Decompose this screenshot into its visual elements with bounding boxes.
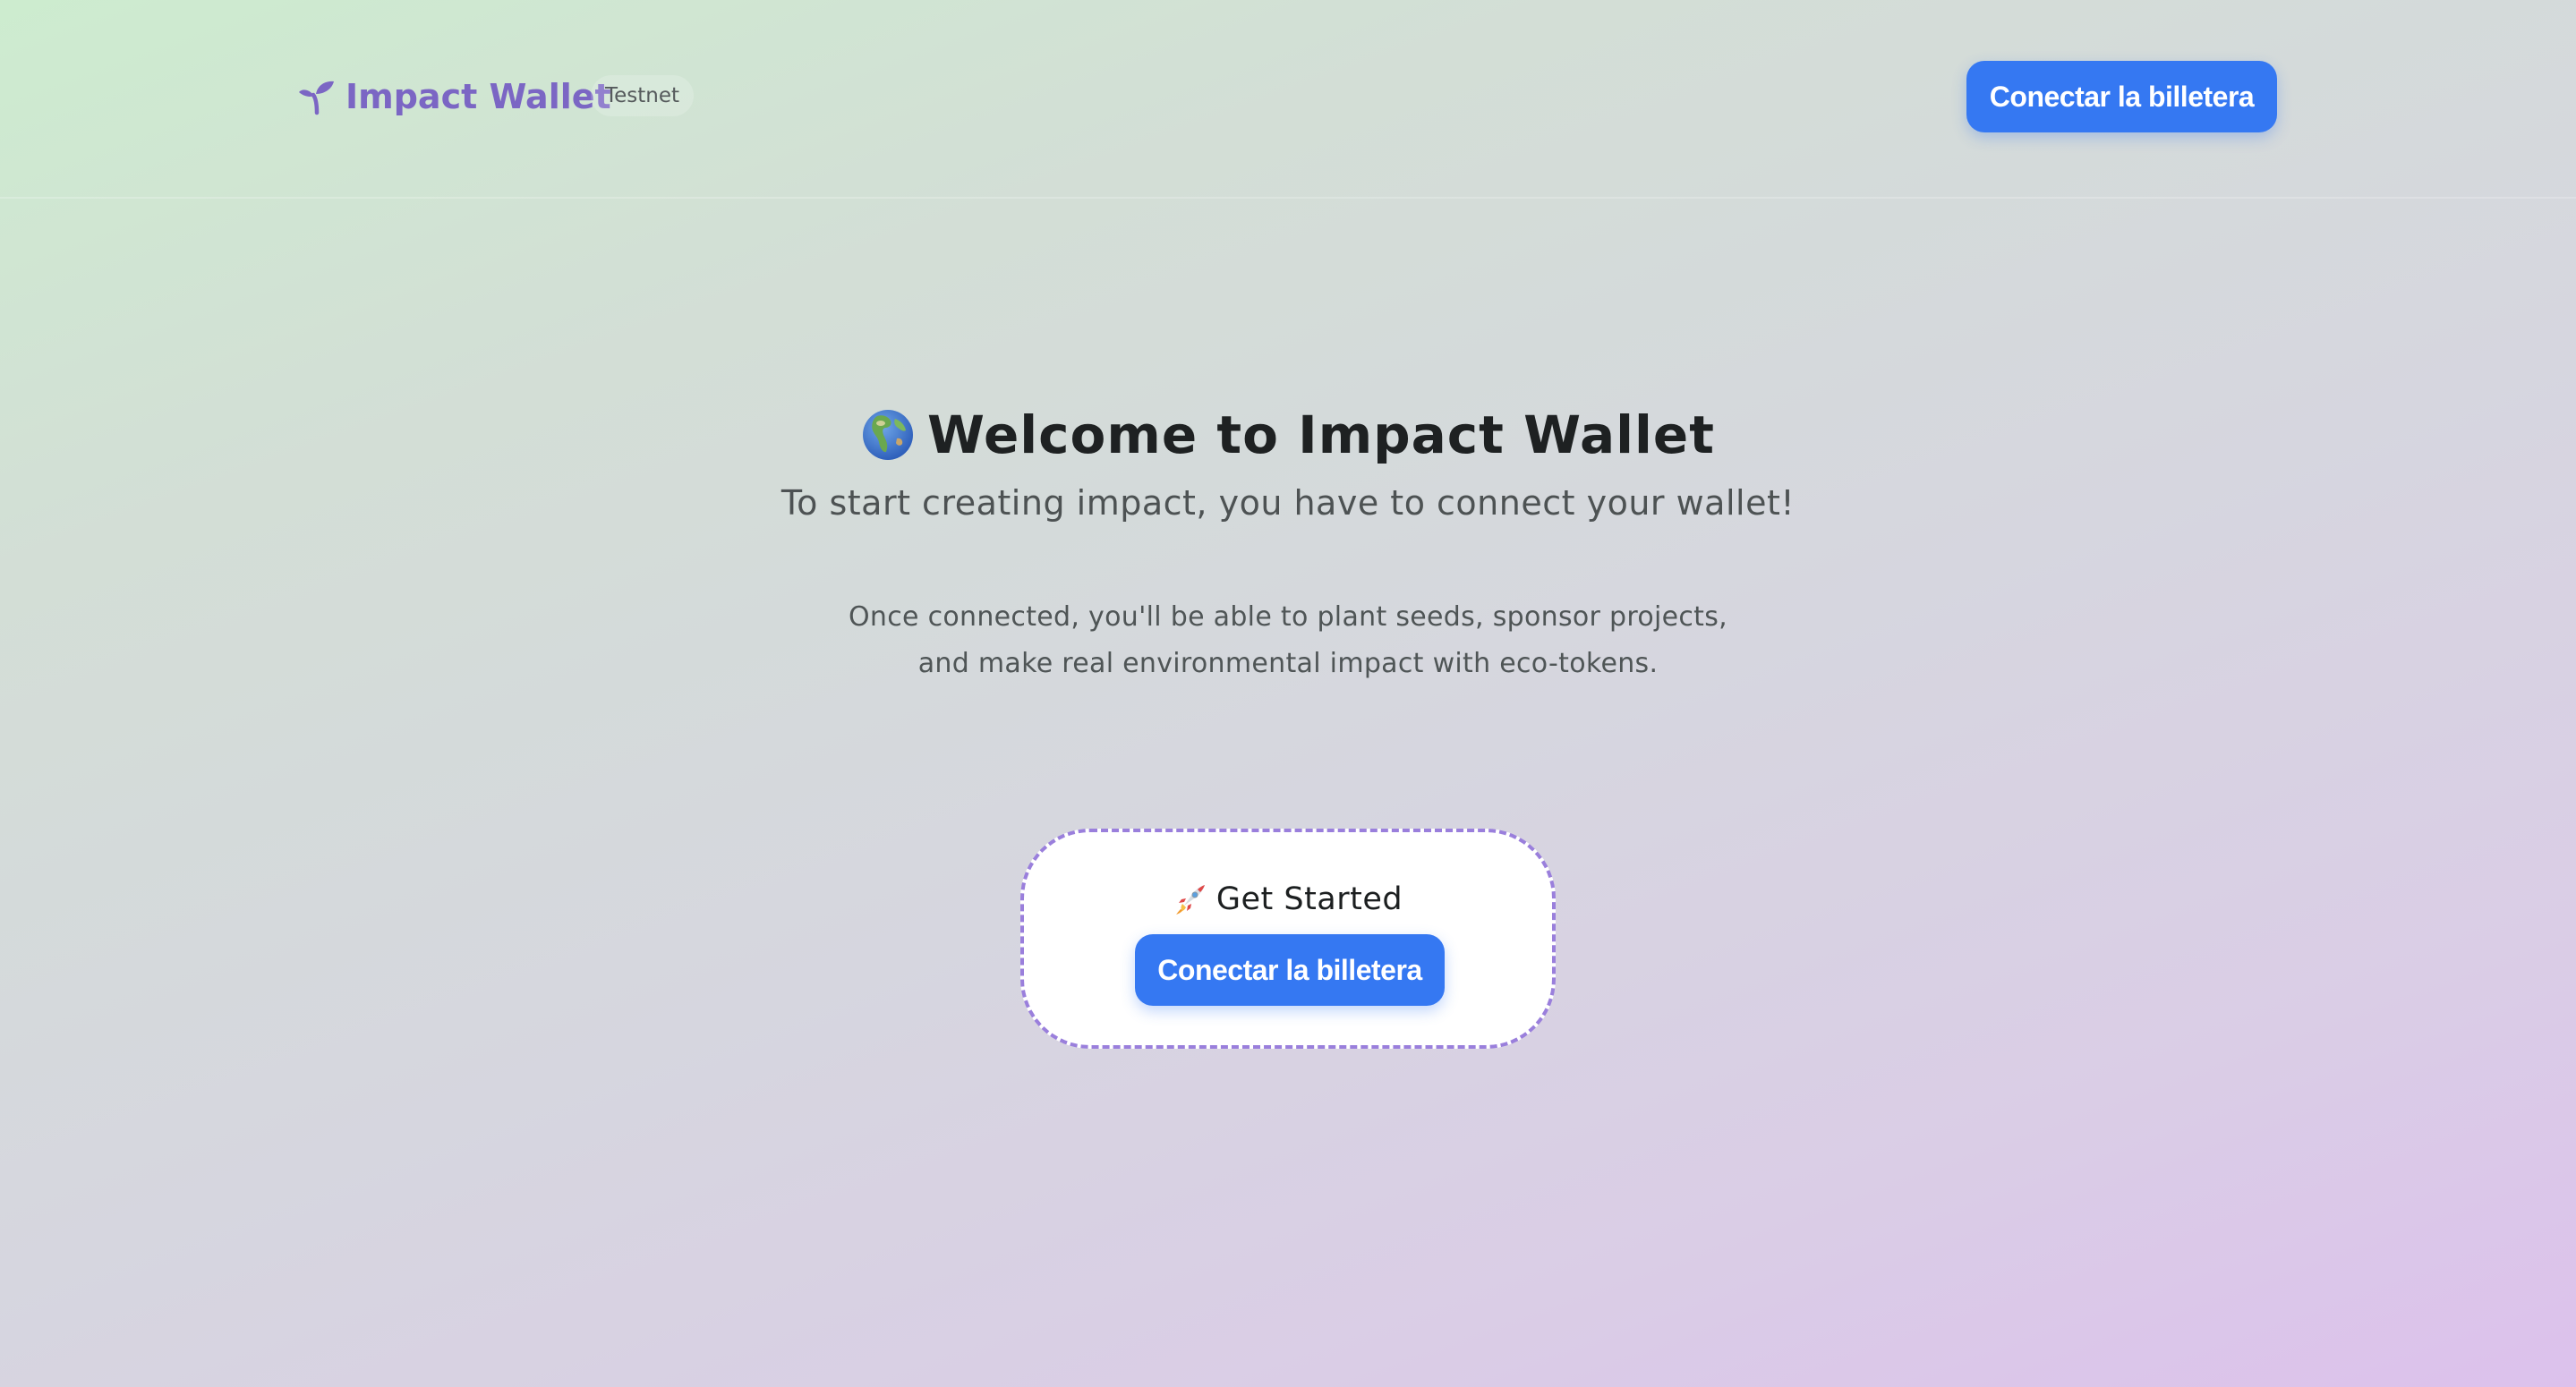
get-started-card: Get Started Conectar la billetera (1020, 829, 1556, 1049)
rocket-icon (1173, 882, 1207, 916)
page-title: Welcome to Impact Wallet (0, 399, 2576, 471)
page-title-text: Welcome to Impact Wallet (927, 404, 1715, 465)
page-description: Once connected, you'll be able to plant … (848, 601, 1728, 679)
page-subtitle: To start creating impact, you have to co… (780, 483, 1796, 523)
top-navbar: Impact Wallet Testnet Conectar la billet… (0, 0, 2576, 199)
get-started-heading: Get Started (1024, 877, 1552, 922)
card-connect-wallet-button[interactable]: Conectar la billetera (1135, 934, 1445, 1006)
brand-name: Impact Wallet (345, 77, 611, 116)
sprout-icon (297, 77, 337, 116)
brand-logo[interactable]: Impact Wallet (297, 68, 611, 125)
header-connect-wallet-button[interactable]: Conectar la billetera (1966, 61, 2277, 132)
network-badge: Testnet (591, 75, 695, 116)
get-started-label: Get Started (1215, 881, 1403, 917)
globe-icon (861, 408, 915, 462)
